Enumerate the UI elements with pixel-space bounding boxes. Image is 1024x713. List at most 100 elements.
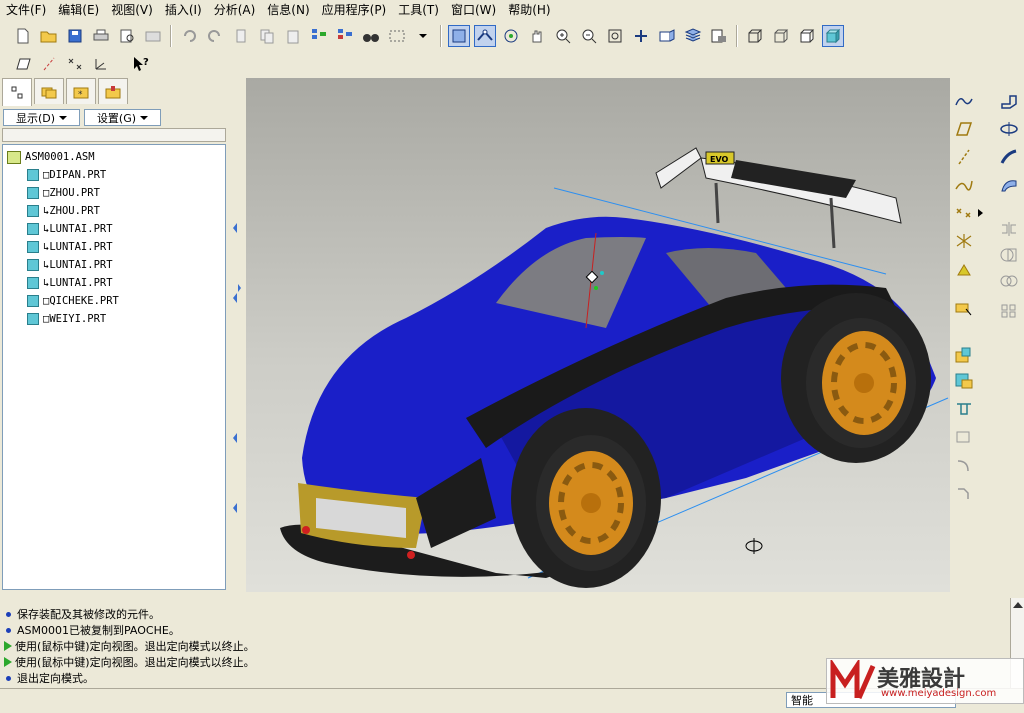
reorient-button[interactable] [630, 25, 652, 47]
select-box-button[interactable] [386, 25, 408, 47]
print-preview-button[interactable] [116, 25, 138, 47]
find-button[interactable] [360, 25, 382, 47]
assemble-button[interactable] [953, 344, 975, 366]
menu-analysis[interactable]: 分析(A) [208, 1, 262, 18]
csys-display-button[interactable] [90, 53, 112, 75]
redo-button[interactable] [204, 25, 226, 47]
tree-item[interactable]: ↳ZHOU.PRT [27, 203, 100, 219]
tab-connections[interactable] [98, 78, 128, 104]
new-file-button[interactable] [12, 25, 34, 47]
revolve-button[interactable] [998, 118, 1020, 140]
spin-center-button[interactable] [500, 25, 522, 47]
tree-item[interactable]: ↳LUNTAI.PRT [27, 275, 113, 291]
sweep-button[interactable] [998, 146, 1020, 168]
show-dropdown[interactable]: 显示(D) [3, 109, 80, 126]
open-file-button[interactable] [38, 25, 60, 47]
datum-curve-button[interactable] [953, 174, 975, 196]
wireframe-button[interactable] [744, 25, 766, 47]
no-hidden-button[interactable] [796, 25, 818, 47]
hole-button[interactable] [953, 398, 975, 420]
sketch-button[interactable] [953, 90, 975, 112]
shell-button[interactable] [953, 426, 975, 448]
datum-csys-button[interactable] [953, 230, 975, 252]
extrude-icon [1001, 95, 1017, 109]
tree-item[interactable]: ↳LUNTAI.PRT [27, 239, 113, 255]
merge-button[interactable] [998, 270, 1020, 292]
zoom-out-button[interactable] [578, 25, 600, 47]
menu-window[interactable]: 窗口(W) [445, 1, 502, 18]
graphics-viewport[interactable]: EVO [246, 78, 950, 592]
tree-item[interactable]: ↳LUNTAI.PRT [27, 257, 113, 273]
tree-root[interactable]: ASM0001.ASM [7, 149, 95, 165]
datum-display-button[interactable] [448, 25, 470, 47]
send-mail-button[interactable] [142, 25, 164, 47]
chevron-right-icon [978, 209, 983, 217]
part-icon [27, 295, 39, 307]
copy-button[interactable] [256, 25, 278, 47]
mirror-button[interactable] [998, 218, 1020, 240]
trim-button[interactable] [998, 244, 1020, 266]
regenerate-button[interactable] [308, 25, 330, 47]
plane-display-button[interactable] [12, 53, 34, 75]
context-help-button[interactable]: ? [130, 53, 152, 75]
tab-favorites[interactable]: * [66, 78, 96, 104]
extrude-button[interactable] [998, 90, 1020, 112]
pattern-button[interactable] [998, 300, 1020, 322]
tree-item[interactable]: ↳LUNTAI.PRT [27, 221, 113, 237]
save-button[interactable] [64, 25, 86, 47]
tree-item[interactable]: □QICHEKE.PRT [27, 293, 119, 309]
menu-applications[interactable]: 应用程序(P) [316, 1, 393, 18]
undo-button[interactable] [178, 25, 200, 47]
print-button[interactable] [90, 25, 112, 47]
cut-button[interactable] [230, 25, 252, 47]
select-dropdown-button[interactable] [412, 25, 434, 47]
tree-item[interactable]: □DIPAN.PRT [27, 167, 106, 183]
datum-plane-button[interactable] [953, 118, 975, 140]
menu-view[interactable]: 视图(V) [105, 1, 159, 18]
trim-icon [1000, 248, 1017, 262]
hidden-line-button[interactable] [770, 25, 792, 47]
chamfer-button[interactable] [953, 482, 975, 504]
panel-splitter[interactable] [231, 78, 245, 592]
refit-button[interactable] [604, 25, 626, 47]
point-icon [956, 208, 971, 218]
tree-item[interactable]: □WEIYI.PRT [27, 311, 106, 327]
tree-item[interactable]: □ZHOU.PRT [27, 185, 100, 201]
settings-dropdown[interactable]: 设置(G) [84, 109, 161, 126]
model-tree-icon [11, 86, 23, 98]
menu-tools[interactable]: 工具(T) [392, 1, 445, 18]
datum-axis-button[interactable] [474, 25, 496, 47]
menu-help[interactable]: 帮助(H) [502, 1, 556, 18]
tab-folder-browser[interactable] [34, 78, 64, 104]
watermark-logo: 美雅設計 www.meiyadesign.com [826, 658, 1024, 704]
view-manager-button[interactable] [708, 25, 730, 47]
analysis-feature-button[interactable] [953, 258, 975, 280]
menu-file[interactable]: 文件(F) [0, 1, 52, 18]
merge-icon [1000, 275, 1018, 287]
paste-button[interactable] [282, 25, 304, 47]
point-display-button[interactable] [64, 53, 86, 75]
blend-button[interactable] [998, 174, 1020, 196]
shading-button[interactable] [822, 25, 844, 47]
datum-axis-button[interactable] [953, 146, 975, 168]
menu-insert[interactable]: 插入(I) [159, 1, 208, 18]
axis-tag-icon [43, 57, 55, 71]
print-icon [93, 29, 109, 41]
prompt-arrow-icon [4, 657, 12, 667]
menu-edit[interactable]: 编辑(E) [52, 1, 105, 18]
regen-manager-button[interactable] [334, 25, 356, 47]
datum-point-button[interactable] [953, 202, 975, 224]
axis-display-button[interactable] [38, 53, 60, 75]
menu-info[interactable]: 信息(N) [261, 1, 315, 18]
point-flyout-button[interactable] [976, 202, 986, 224]
create-component-button[interactable] [953, 370, 975, 392]
placement-button[interactable] [953, 298, 975, 320]
info-bullet-icon [6, 611, 11, 617]
pan-button[interactable] [526, 25, 548, 47]
saved-views-button[interactable] [656, 25, 678, 47]
datum-axis-icon [477, 29, 493, 41]
tab-model-tree[interactable] [2, 78, 32, 106]
layers-button[interactable] [682, 25, 704, 47]
round-button[interactable] [953, 454, 975, 476]
zoom-in-button[interactable] [552, 25, 574, 47]
